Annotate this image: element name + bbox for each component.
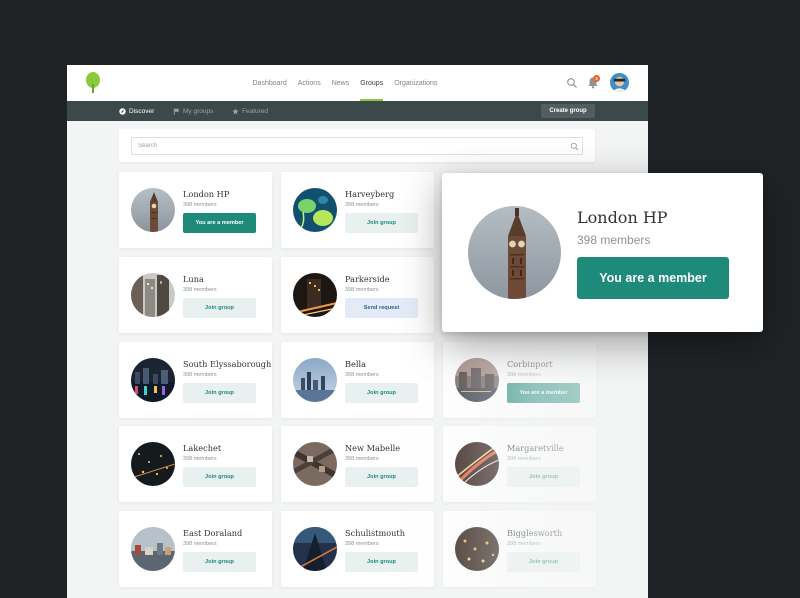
group-members: 398 members [507,372,541,378]
group-name: Bella [345,359,366,369]
top-navigation: Dashboard Actions News Groups Organizati… [67,65,648,101]
group-photo [455,358,499,402]
group-name: Harveyberg [345,189,395,199]
sub-navigation: Discover My groups Featured Create group [67,101,648,121]
search-field-icon[interactable] [570,142,579,151]
notification-badge: 3 [593,75,600,82]
group-members: 398 members [345,541,379,547]
group-photo [293,188,337,232]
group-members: 398 members [183,287,217,293]
group-photo [131,358,175,402]
join-group-button[interactable]: Join group [183,298,256,318]
group-photo [131,527,175,571]
member-button[interactable]: You are a member [507,383,580,403]
user-avatar[interactable] [610,73,629,92]
group-photo [131,273,175,317]
group-members: 398 members [345,287,379,293]
star-icon [232,107,239,114]
group-name: Margaretville [507,443,564,453]
group-members: 398 members [345,456,379,462]
join-group-button[interactable]: Join group [507,552,580,572]
group-photo [131,442,175,486]
join-group-button[interactable]: Join group [345,467,418,487]
group-card[interactable]: Lakechet 398 members Join group [119,426,272,502]
group-card[interactable]: New Mabelle 398 members Join group [281,426,434,502]
group-name: Luna [183,274,204,284]
flag-icon [173,108,180,115]
group-card[interactable]: East Doraland 398 members Join group [119,511,272,587]
tab-discover[interactable]: Discover [119,101,154,121]
group-card[interactable]: Harveyberg 398 members Join group [281,172,434,248]
main-nav: Dashboard Actions News Groups Organizati… [247,65,443,101]
tree-logo-icon[interactable] [85,72,101,94]
zoomed-group-photo [468,206,561,299]
group-name: Lakechet [183,443,222,453]
group-card[interactable]: Margaretville 398 members Join group [443,426,596,502]
group-name: East Doraland [183,528,243,538]
group-card[interactable]: South Elyssaborough 398 members Join gro… [119,342,272,418]
group-name: New Mabelle [345,443,401,453]
group-members: 398 members [183,456,217,462]
join-group-button[interactable]: Join group [183,552,256,572]
group-members: 398 members [507,456,541,462]
compass-icon [119,107,126,115]
group-name: London HP [183,189,230,199]
zoomed-group-name: London HP [577,208,668,227]
search-panel [119,129,595,162]
join-group-button[interactable]: Join group [183,467,256,487]
tab-featured[interactable]: Featured [232,101,268,121]
group-photo [293,442,337,486]
zoomed-group-card[interactable]: London HP 398 members You are a member [442,173,763,332]
group-photo [131,188,175,232]
tab-featured-label: Featured [242,107,269,115]
group-card[interactable]: Bella 398 members Join group [281,342,434,418]
member-button[interactable]: You are a member [183,213,256,233]
group-name: Schulistmouth [345,528,405,538]
send-request-button[interactable]: Send request [345,298,418,318]
group-photo [293,273,337,317]
join-group-button[interactable]: Join group [183,383,256,403]
group-card[interactable]: Corbinport 398 members You are a member [443,342,596,418]
create-group-button[interactable]: Create group [541,104,595,118]
group-photo [455,527,499,571]
group-name: South Elyssaborough [183,359,272,369]
join-group-button[interactable]: Join group [507,467,580,487]
group-members: 398 members [183,372,217,378]
group-photo [293,527,337,571]
group-members: 398 members [507,541,541,547]
nav-news[interactable]: News [326,65,355,101]
group-name: Parkerside [345,274,390,284]
zoomed-group-members: 398 members [577,233,651,247]
join-group-button[interactable]: Join group [345,213,418,233]
join-group-button[interactable]: Join group [345,552,418,572]
group-photo [455,442,499,486]
group-card[interactable]: London HP 398 members You are a member [119,172,272,248]
nav-actions[interactable]: Actions [292,65,326,101]
group-card[interactable]: Parkerside 398 members Send request [281,257,434,333]
tab-my-groups[interactable]: My groups [173,101,213,121]
tab-discover-label: Discover [129,107,155,115]
group-card[interactable]: Luna 398 members Join group [119,257,272,333]
group-members: 398 members [183,202,217,208]
nav-groups[interactable]: Groups [355,65,389,101]
group-name: Bigglesworth [507,528,563,538]
group-card[interactable]: Schulistmouth 398 members Join group [281,511,434,587]
group-photo [293,358,337,402]
search-input[interactable] [131,137,583,155]
group-card[interactable]: Bigglesworth 398 members Join group [443,511,596,587]
group-name: Corbinport [507,359,553,369]
group-members: 398 members [183,541,217,547]
join-group-button[interactable]: Join group [345,383,418,403]
group-members: 398 members [345,202,379,208]
nav-organizations[interactable]: Organizations [389,65,443,101]
group-members: 398 members [345,372,379,378]
zoomed-member-button[interactable]: You are a member [577,257,729,299]
tab-my-groups-label: My groups [183,107,214,115]
search-icon[interactable] [566,77,578,89]
nav-dashboard[interactable]: Dashboard [247,65,292,101]
